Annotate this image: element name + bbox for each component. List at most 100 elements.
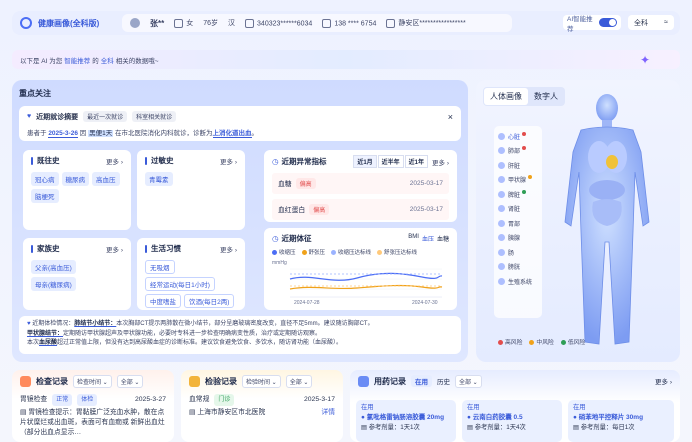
abnormal-row[interactable]: 血糖 偏高 2025-03-17 xyxy=(272,173,449,194)
lifestyle-card: 生活习惯 更多 › 无吸烟 经常运动(每日1小时) 中度嗜盐 饮酒(每日2两) xyxy=(137,238,245,310)
organ-item[interactable]: 肺部 xyxy=(498,144,538,159)
medication-item[interactable]: 在用 ● 硝苯地平控释片 30mg ▤ 参考剂量：每日1次 xyxy=(568,400,674,442)
lab-hospital: 上海市静安区市北医院 xyxy=(197,409,266,416)
toggle-switch-icon[interactable] xyxy=(599,18,617,27)
visit-date: 2025-3-26 xyxy=(48,130,78,138)
lab-item[interactable]: 血常规 门诊 2025-3-17 ▤ 上海市静安区市北医院 详情 xyxy=(181,392,343,420)
meds-more[interactable]: 更多 › xyxy=(655,376,672,386)
gender-field: 女 xyxy=(174,18,193,28)
lifestyle-chip[interactable]: 经常运动(每日1小时) xyxy=(145,277,215,291)
ai-recommend-toggle[interactable]: AI智能推荐 xyxy=(563,15,621,33)
abnormal-more[interactable]: 更多 › xyxy=(432,157,449,167)
allergy-chip[interactable]: 青霉素 xyxy=(145,172,173,186)
chart-unit: mmHg xyxy=(272,260,287,266)
organ-item[interactable]: 肠 xyxy=(498,245,538,260)
lab-type-filter[interactable]: 全部 ⌄ xyxy=(285,374,313,388)
organ-item[interactable]: 胃部 xyxy=(498,216,538,231)
organ-icon xyxy=(498,248,505,256)
tab-half-year[interactable]: 近半年 xyxy=(377,155,404,168)
vitals-chart: mmHg 2024-07-28 2024-07-30 xyxy=(272,260,443,305)
abnormal-row[interactable]: 血红蛋白 偏高 2025-03-17 xyxy=(272,199,449,220)
exam-time-filter[interactable]: 检查时间 ⌄ xyxy=(73,374,112,388)
exam-item[interactable]: 胃镜检查 正常 体检 2025-3-27 ▤ 胃镜检查提示：胃黏膜广泛充血水肿，散在… xyxy=(12,392,174,440)
organ-item[interactable]: 肾脏 xyxy=(498,202,538,217)
heart-icon: ♥ xyxy=(27,321,31,327)
history-chip[interactable]: 高血压 xyxy=(92,172,120,186)
organ-item[interactable]: 心脏 xyxy=(498,129,538,144)
banner-suffix: 相关的数据哦~ xyxy=(115,57,159,65)
dose-icon: ▤ xyxy=(573,424,579,431)
visit-tag-dept[interactable]: 科室相关就诊 xyxy=(132,111,177,122)
tab-blood-sugar[interactable]: 血糖 xyxy=(437,234,449,243)
meds-tab-current[interactable]: 在用 xyxy=(411,375,432,387)
patient-info-bar: 张** 女 76岁 汉 340323******6034 138 **** 67… xyxy=(122,14,512,32)
lifestyle-chip[interactable]: 无吸烟 xyxy=(145,260,175,274)
medication-item[interactable]: 在用 ● 氯吡格雷钠肠溶胶囊 20mg ▤ 参考剂量：1天1次 xyxy=(356,400,456,442)
note-text-lung: 本次胸部CT提示两肺散在微小结节，部分呈磨玻璃密度改变，直径不足5mm。建议随访… xyxy=(116,321,374,327)
dose-icon: ▤ xyxy=(467,424,473,431)
med-status: 在用 xyxy=(361,404,374,411)
lab-time-filter[interactable]: 检验时间 ⌄ xyxy=(242,374,281,388)
lifestyle-chip[interactable]: 饮酒(每日2两) xyxy=(184,294,235,308)
medication-item[interactable]: 在用 ● 云南白药胶囊 0.5 ▤ 参考剂量：1天4次 xyxy=(462,400,562,442)
tab-body-portrait[interactable]: 人体画像 xyxy=(484,88,528,105)
history-chip[interactable]: 脑梗死 xyxy=(31,189,59,203)
history-chip[interactable]: 冠心病 xyxy=(31,172,59,186)
organ-label: 生殖系统 xyxy=(508,279,533,286)
meds-filter[interactable]: 全部 ⌄ xyxy=(455,374,482,388)
organ-item[interactable]: 胰腺 xyxy=(498,231,538,246)
med-status: 在用 xyxy=(573,404,586,411)
lab-detail-link[interactable]: 详情 xyxy=(321,408,335,418)
tab-1-year[interactable]: 近1年 xyxy=(404,155,429,168)
family-chip[interactable]: 母亲(糖尿病) xyxy=(31,277,76,291)
organ-item[interactable]: 膀胱 xyxy=(498,260,538,275)
organ-icon xyxy=(498,147,505,155)
heart-shape xyxy=(606,155,618,169)
chart-date-start: 2024-07-28 xyxy=(294,300,320,305)
pill-icon: ● xyxy=(573,414,577,421)
indicator-name: 血糖 xyxy=(278,181,292,188)
meds-tab-history[interactable]: 历史 xyxy=(437,376,450,386)
organ-item[interactable]: 肝脏 xyxy=(498,158,538,173)
risk-dot-icon xyxy=(522,189,527,194)
banner-scope: 全科 xyxy=(100,57,114,65)
family-more[interactable]: 更多 › xyxy=(106,244,123,254)
legend-dot-icon xyxy=(272,250,277,256)
tab-1-month[interactable]: 近1月 xyxy=(353,155,377,168)
past-history-more[interactable]: 更多 › xyxy=(106,156,123,166)
human-body-figure[interactable] xyxy=(545,92,670,362)
pill-icon: ● xyxy=(361,414,365,421)
liver-shape xyxy=(589,180,625,200)
exam-title: 检查记录 xyxy=(36,376,68,386)
lab-records-card: 检验记录 检验时间 ⌄ 全部 ⌄ 血常规 门诊 2025-3-17 ▤ 上海市静安… xyxy=(181,370,343,442)
allergy-chips: 青霉素 xyxy=(145,172,237,186)
lifestyle-more[interactable]: 更多 › xyxy=(220,244,237,254)
pill-icon: ● xyxy=(467,414,471,421)
exam-type-filter[interactable]: 全部 ⌄ xyxy=(116,374,144,388)
med-dose: 参考剂量：每日1次 xyxy=(580,424,635,431)
history-chip[interactable]: 糖尿病 xyxy=(61,172,89,186)
banner-link[interactable]: 智能推荐 xyxy=(64,55,90,65)
location-icon xyxy=(386,18,396,28)
tab-bmi[interactable]: BMI xyxy=(408,234,419,243)
organ-item[interactable]: 脾脏 xyxy=(498,187,538,202)
exam-item-date: 2025-3-27 xyxy=(135,396,166,403)
family-chip[interactable]: 父亲(高血压) xyxy=(31,260,76,274)
tab-blood-pressure[interactable]: 血压 xyxy=(422,234,434,243)
id-field: 340323******6034 xyxy=(245,18,312,28)
close-icon[interactable]: × xyxy=(448,112,453,122)
family-chips: 父亲(高血压) 母亲(糖尿病) xyxy=(31,260,123,291)
visit-complaint: 黑便1天 xyxy=(88,130,114,137)
organ-item[interactable]: 生殖系统 xyxy=(498,274,538,289)
allergy-title: 过敏史 xyxy=(151,156,174,165)
chart-date-end: 2024-07-30 xyxy=(412,300,438,305)
lifestyle-chip[interactable]: 中度嗜盐 xyxy=(145,294,181,308)
organ-icon xyxy=(498,277,505,285)
banner-prefix: 以下是 AI 为您 xyxy=(20,57,63,65)
gender-icon xyxy=(174,18,184,28)
visit-tag-latest[interactable]: 最近一次就诊 xyxy=(83,111,128,122)
med-name: 硝苯地平控释片 30mg xyxy=(578,414,644,421)
allergy-more[interactable]: 更多 › xyxy=(220,156,237,166)
scope-select[interactable]: 全科 ≈ xyxy=(628,15,674,30)
organ-item[interactable]: 甲状腺 xyxy=(498,173,538,188)
